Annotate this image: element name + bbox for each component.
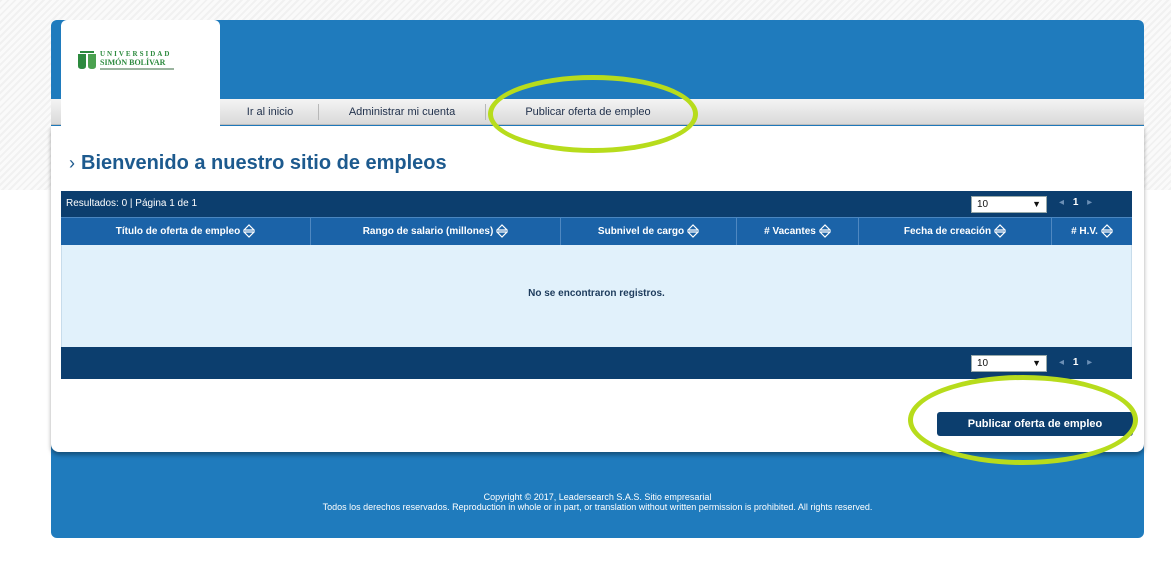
logo-emblem-icon	[78, 51, 96, 69]
column-header-cv-count[interactable]: # H.V.	[1052, 218, 1132, 246]
site-footer: Copyright © 2017, Leadersearch S.A.S. Si…	[51, 492, 1144, 512]
column-header-label: Fecha de creación	[903, 226, 992, 237]
results-summary: Resultados: 0 | Página 1 de 1	[66, 198, 198, 209]
table-footer-toolbar: 10 ▼ ◂ 1 ▸	[61, 347, 1132, 379]
university-logo[interactable]: UNIVERSIDAD SIMÓN BOLÍVAR	[76, 49, 206, 75]
logo-tab: UNIVERSIDAD SIMÓN BOLÍVAR	[61, 20, 220, 144]
logo-text-university: UNIVERSIDAD	[100, 50, 172, 58]
table-body: No se encontraron registros.	[61, 245, 1132, 347]
next-page-icon[interactable]: ▸	[1087, 357, 1092, 368]
chevron-down-icon: ▼	[1032, 358, 1041, 368]
page-size-value: 10	[977, 199, 989, 210]
page-size-select[interactable]: 10 ▼	[971, 196, 1047, 213]
pagination: ◂ 1 ▸	[1059, 197, 1092, 208]
column-header-salary[interactable]: Rango de salario (millones)	[311, 218, 561, 246]
sort-icon	[1100, 224, 1113, 239]
nav-item-publish-offer[interactable]: Publicar oferta de empleo	[499, 99, 677, 125]
footer-copyright: Copyright © 2017, Leadersearch S.A.S. Si…	[483, 492, 712, 502]
page-title: › Bienvenido a nuestro sitio de empleos	[69, 152, 447, 175]
sort-icon	[243, 224, 256, 239]
page-size-select-bottom[interactable]: 10 ▼	[971, 355, 1047, 372]
chevron-down-icon: ▼	[1032, 199, 1041, 209]
nav-divider	[485, 104, 486, 120]
column-header-created[interactable]: Fecha de creación	[859, 218, 1052, 246]
prev-page-icon[interactable]: ◂	[1059, 197, 1064, 208]
chevron-right-icon: ›	[69, 153, 75, 173]
empty-table-message: No se encontraron registros.	[528, 288, 665, 299]
sort-icon	[496, 224, 509, 239]
column-header-vacancies[interactable]: # Vacantes	[737, 218, 859, 246]
sort-icon	[994, 224, 1007, 239]
column-header-label: # Vacantes	[764, 226, 816, 237]
column-header-title[interactable]: Título de oferta de empleo	[61, 218, 311, 246]
page-size-value: 10	[977, 358, 989, 369]
nav-item-account[interactable]: Administrar mi cuenta	[319, 99, 485, 125]
next-page-icon[interactable]: ▸	[1087, 197, 1092, 208]
current-page[interactable]: 1	[1073, 357, 1079, 368]
prev-page-icon[interactable]: ◂	[1059, 357, 1064, 368]
logo-subline	[100, 68, 174, 70]
column-header-sublevel[interactable]: Subnivel de cargo	[561, 218, 737, 246]
main-content: › Bienvenido a nuestro sitio de empleos R…	[51, 126, 1144, 452]
current-page[interactable]: 1	[1073, 197, 1079, 208]
sort-icon	[818, 224, 831, 239]
nav-item-home[interactable]: Ir al inicio	[222, 99, 318, 125]
column-header-label: Subnivel de cargo	[597, 226, 685, 237]
table-toolbar: Resultados: 0 | Página 1 de 1 10 ▼ ◂ 1 ▸	[61, 191, 1132, 217]
column-header-label: # H.V.	[1071, 226, 1098, 237]
pagination-bottom: ◂ 1 ▸	[1059, 357, 1092, 368]
footer-rights: Todos los derechos reservados. Reproduct…	[322, 502, 873, 512]
page-title-text: Bienvenido a nuestro sitio de empleos	[81, 152, 447, 174]
table-header: Título de oferta de empleo Rango de sala…	[61, 217, 1132, 246]
publish-offer-button[interactable]: Publicar oferta de empleo	[937, 412, 1133, 436]
job-offers-table: Resultados: 0 | Página 1 de 1 10 ▼ ◂ 1 ▸…	[61, 191, 1132, 379]
column-header-label: Título de oferta de empleo	[115, 226, 241, 237]
logo-text-name: SIMÓN BOLÍVAR	[100, 58, 166, 67]
column-header-label: Rango de salario (millones)	[362, 226, 494, 237]
sort-icon	[687, 224, 700, 239]
